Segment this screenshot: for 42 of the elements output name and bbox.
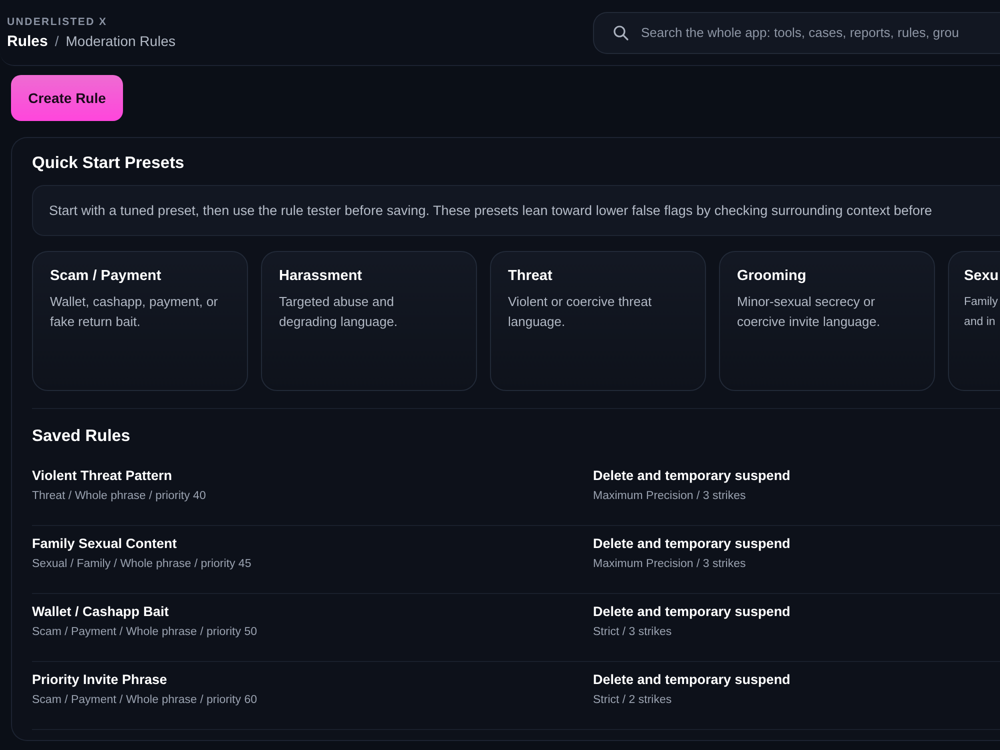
rule-name: Violent Threat Pattern xyxy=(32,468,174,483)
preset-description: Targeted abuse and degrading language. xyxy=(279,293,399,331)
rule-policy: Strict / 3 strikes xyxy=(593,626,673,638)
preset-card[interactable]: Harassment Targeted abuse and degrading language. xyxy=(261,251,477,391)
rule-details: Scam / Payment / Whole phrase / priority 50 xyxy=(32,626,258,638)
rule-policy: Maximum Precision / 3 strikes xyxy=(593,490,747,502)
intro-text: Start with a tuned preset, then use the rule tester before saving. These presets lean toward lower false flags by checking surrounding context before xyxy=(49,203,932,218)
rule-name: Family Sexual Content xyxy=(32,536,178,551)
preset-title: Harassment xyxy=(279,268,364,284)
preset-description: Family xyxy=(964,295,999,310)
preset-card[interactable]: Threat Violent or coercive threat language. xyxy=(490,251,706,391)
rule-action: Delete and temporary suspend xyxy=(593,672,790,687)
preset-card[interactable]: Grooming Minor-sexual secrecy or coercive invite language. xyxy=(719,251,935,391)
rule-name: Priority Invite Phrase xyxy=(32,672,168,687)
preset-description: Minor-sexual secrecy or coercive invite language. xyxy=(737,293,882,331)
rule-policy: Strict / 2 strikes xyxy=(593,694,673,706)
breadcrumb-separator: / xyxy=(54,32,59,48)
create-rule-button[interactable]: Create Rule xyxy=(11,75,123,121)
section-heading: Quick Start Presets xyxy=(32,154,186,173)
preset-title: Scam / Payment xyxy=(50,268,162,284)
breadcrumb-item[interactable]: Moderation Rules xyxy=(66,32,176,48)
preset-card[interactable]: Scam / Payment Wallet, cashapp, payment, or fake return bait. xyxy=(32,251,248,391)
preset-title: Grooming xyxy=(737,268,808,284)
rule-details: Sexual / Family / Whole phrase / priority 45 xyxy=(32,558,252,570)
preset-title: Threat xyxy=(508,268,554,284)
search-icon xyxy=(613,24,629,40)
breadcrumb-item: Rules xyxy=(7,32,48,50)
rule-name: Wallet / Cashapp Bait xyxy=(32,604,170,619)
rule-details: Scam / Payment / Whole phrase / priority 60 xyxy=(32,694,258,706)
preset-description: Violent or coercive threat language. xyxy=(508,293,653,331)
brand-label: UNDERLISTED X xyxy=(7,16,108,28)
preset-description: Wallet, cashapp, payment, or fake return bait. xyxy=(50,293,219,331)
section-heading: Saved Rules xyxy=(32,427,132,446)
preset-card[interactable]: Sexu Family and in xyxy=(948,251,1000,391)
rule-action: Delete and temporary suspend xyxy=(593,468,790,483)
rule-action: Delete and temporary suspend xyxy=(593,604,790,619)
preset-title: Sexu xyxy=(964,268,1000,284)
rule-action: Delete and temporary suspend xyxy=(593,536,790,551)
rule-details: Threat / Whole phrase / priority 40 xyxy=(32,490,207,502)
preset-description: and in xyxy=(964,315,996,330)
search-field[interactable]: Search the whole app: tools, cases, reports, rules, grou xyxy=(593,12,1000,54)
rule-policy: Maximum Precision / 3 strikes xyxy=(593,558,747,570)
